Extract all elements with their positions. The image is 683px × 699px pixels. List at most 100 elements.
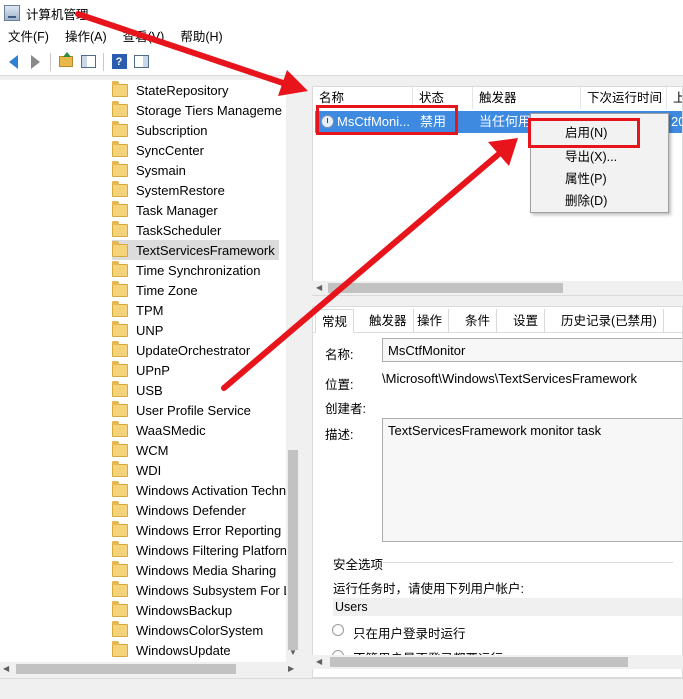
tree-item[interactable]: WindowsUpdate: [112, 640, 231, 660]
help-button[interactable]: ?: [109, 52, 129, 72]
window-title: 计算机管理: [26, 7, 89, 22]
task-list-horizontal-scrollbar[interactable]: ◀: [312, 281, 683, 295]
tree-item[interactable]: TPM: [112, 300, 163, 320]
scroll-right-icon[interactable]: ▶: [288, 664, 294, 673]
menu-view[interactable]: 查看(V): [115, 26, 173, 48]
tree-item[interactable]: Time Synchronization: [112, 260, 261, 280]
tab-actions[interactable]: 操作: [411, 309, 450, 333]
console-tree-icon: [80, 55, 96, 68]
tree-item-label: Windows Defender: [136, 502, 246, 518]
scroll-thumb[interactable]: [330, 657, 628, 667]
tree-item[interactable]: SyncCenter: [112, 140, 204, 160]
column-header-last-run[interactable]: 上: [667, 87, 682, 109]
tree-item[interactable]: WindowsColorSystem: [112, 620, 263, 640]
tree-item[interactable]: Windows Media Sharing: [112, 560, 276, 580]
folder-icon: [112, 500, 128, 517]
scroll-left-icon[interactable]: ◀: [316, 283, 322, 292]
tree-item[interactable]: Windows Activation Techn: [112, 480, 286, 500]
tree-item[interactable]: Windows Defender: [112, 500, 246, 520]
folder-icon: [112, 600, 128, 617]
tree-item-label: WindowsUpdate: [136, 642, 231, 658]
folder-icon: [112, 480, 128, 497]
tree-vertical-scrollbar[interactable]: ▼: [286, 80, 300, 662]
scroll-thumb[interactable]: [16, 664, 236, 674]
scroll-left-icon[interactable]: ◀: [316, 657, 322, 666]
scroll-left-icon[interactable]: ◀: [3, 664, 9, 673]
folder-icon: [112, 460, 128, 477]
location-label: 位置:: [325, 378, 354, 392]
tree-item[interactable]: Time Zone: [112, 280, 198, 300]
tree-item[interactable]: WaaSMedic: [112, 420, 206, 440]
description-field[interactable]: TextServicesFramework monitor task: [382, 418, 682, 542]
folder-icon: [112, 340, 128, 357]
tree-item[interactable]: User Profile Service: [112, 400, 251, 420]
tree-item-label: Task Manager: [136, 202, 218, 218]
back-button[interactable]: [3, 52, 23, 72]
tree-item[interactable]: TaskScheduler: [112, 220, 221, 240]
tree-item[interactable]: UNP: [112, 320, 163, 340]
folder-icon: [112, 260, 128, 277]
tree-item[interactable]: Storage Tiers Manageme: [112, 100, 282, 120]
name-field[interactable]: MsCtfMonitor: [382, 338, 682, 362]
tree-horizontal-scrollbar[interactable]: ◀ ▶: [0, 662, 300, 676]
tree-item[interactable]: UpdateOrchestrator: [112, 340, 250, 360]
tree-item-label: SyncCenter: [136, 142, 204, 158]
scroll-down-icon[interactable]: ▼: [289, 648, 297, 657]
menu-file[interactable]: 文件(F): [0, 26, 57, 48]
tree-item[interactable]: WCM: [112, 440, 169, 460]
scroll-thumb[interactable]: [288, 450, 298, 650]
tree-item[interactable]: Windows Filtering Platforn: [112, 540, 287, 560]
tab-general[interactable]: 常规: [315, 309, 355, 333]
tree-item[interactable]: Sysmain: [112, 160, 186, 180]
column-header-trigger[interactable]: 触发器: [473, 87, 581, 109]
tab-triggers[interactable]: 触发器: [363, 309, 414, 333]
menu-item-export[interactable]: 导出(X)...: [565, 146, 617, 168]
author-label: 创建者:: [325, 402, 366, 416]
task-details-pane: 常规 触发器 操作 条件 设置 历史记录(已禁用) 名称: MsCtfMonit…: [312, 306, 683, 678]
folder-icon: [112, 140, 128, 157]
tree-item[interactable]: UPnP: [112, 360, 170, 380]
folder-icon: [112, 580, 128, 597]
toolbar: ?: [0, 48, 683, 76]
column-header-next-run[interactable]: 下次运行时间: [581, 87, 667, 109]
tree-item[interactable]: Subscription: [112, 120, 208, 140]
tree-item[interactable]: Windows Error Reporting: [112, 520, 281, 540]
console-tree[interactable]: StateRepository Storage Tiers Manageme Sub…: [0, 80, 300, 662]
details-horizontal-scrollbar[interactable]: ◀: [312, 655, 683, 669]
tree-item[interactable]: StateRepository: [112, 80, 229, 100]
tab-conditions[interactable]: 条件: [459, 309, 498, 333]
tree-item-label: USB: [136, 382, 163, 398]
show-hide-tree-button[interactable]: [78, 52, 98, 72]
menu-item-delete[interactable]: 删除(D): [565, 190, 607, 212]
tree-item-label: WCM: [136, 442, 169, 458]
radio-run-when-logged-on[interactable]: [332, 624, 344, 636]
tree-item[interactable]: WDI: [112, 460, 161, 480]
tree-item[interactable]: SystemRestore: [112, 180, 225, 200]
tab-history[interactable]: 历史记录(已禁用): [555, 309, 664, 333]
menu-help[interactable]: 帮助(H): [172, 26, 230, 48]
tree-item[interactable]: WindowsBackup: [112, 600, 232, 620]
tree-item-label: WindowsColorSystem: [136, 622, 264, 638]
tab-settings[interactable]: 设置: [507, 309, 546, 333]
scroll-thumb[interactable]: [328, 283, 563, 293]
tree-item-label: StateRepository: [136, 82, 229, 98]
help-icon: ?: [111, 54, 127, 69]
details-tabs: 常规 触发器 操作 条件 设置 历史记录(已禁用): [313, 309, 682, 333]
tree-item-label: User Profile Service: [136, 402, 251, 418]
tree-item[interactable]: Task Manager: [112, 200, 218, 220]
menu-item-properties[interactable]: 属性(P): [565, 168, 607, 190]
tree-item[interactable]: USB: [112, 380, 163, 400]
tree-item[interactable]: Windows Subsystem For L: [112, 580, 291, 600]
up-level-button[interactable]: [56, 52, 76, 72]
tree-item-label: TaskScheduler: [136, 222, 222, 238]
menu-bar: 文件(F) 操作(A) 查看(V) 帮助(H): [0, 26, 683, 48]
menu-action[interactable]: 操作(A): [57, 26, 115, 48]
folder-icon: [112, 400, 128, 417]
folder-icon: [112, 300, 128, 317]
title-bar: 计算机管理: [0, 0, 683, 26]
task-last-run: 20: [671, 114, 682, 129]
forward-button[interactable]: [25, 52, 45, 72]
tree-item[interactable]: TextServicesFramework: [112, 240, 279, 260]
show-action-pane-button[interactable]: [131, 52, 151, 72]
tree-item-label: UNP: [136, 322, 164, 338]
